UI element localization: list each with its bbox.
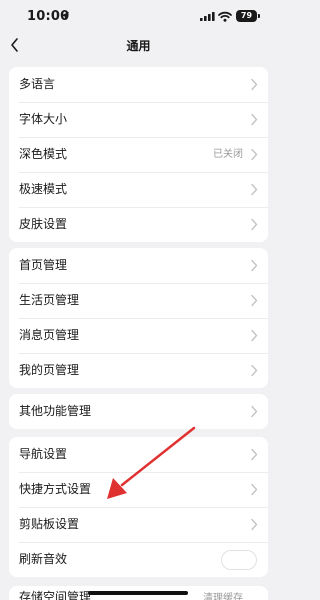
chevron-right-icon [251,218,258,231]
settings-row-refresh-sound: 刷新音效 [9,542,268,577]
settings-screen: 10:00 79 通用 多语言 字体大小 深色模式 已关闭 极速模式 皮肤设置 … [0,0,277,600]
wifi-icon [218,11,232,22]
chevron-right-icon [251,148,258,161]
settings-group-tools: 导航设置 快捷方式设置 剪贴板设置 刷新音效 [9,437,268,577]
chevron-right-icon [251,294,258,307]
chevron-right-icon [251,183,258,196]
settings-row-font-size[interactable]: 字体大小 [9,102,268,137]
settings-row-dark-mode[interactable]: 深色模式 已关闭 [9,137,268,172]
chevron-right-icon [251,259,258,272]
row-label: 生活页管理 [19,293,80,307]
chevron-right-icon [251,364,258,377]
row-label: 剪贴板设置 [19,517,80,531]
settings-row-life-page[interactable]: 生活页管理 [9,283,268,318]
settings-row-language[interactable]: 多语言 [9,67,268,102]
settings-group-other: 其他功能管理 [9,394,268,429]
row-label: 存储空间管理 [19,590,92,600]
settings-group-pages: 首页管理 生活页管理 消息页管理 我的页管理 [9,248,268,388]
chevron-right-icon [251,448,258,461]
settings-row-message-page[interactable]: 消息页管理 [9,318,268,353]
chevron-right-icon [251,113,258,126]
battery-indicator: 79 [236,10,257,22]
row-label: 快捷方式设置 [19,482,92,496]
row-label: 刷新音效 [19,552,68,566]
row-label: 字体大小 [19,112,68,126]
chevron-right-icon [251,405,258,418]
settings-row-shortcuts[interactable]: 快捷方式设置 [9,472,268,507]
page-title: 通用 [126,39,151,53]
chevron-right-icon [251,78,258,91]
settings-group-display: 多语言 字体大小 深色模式 已关闭 极速模式 皮肤设置 [9,67,268,242]
row-label: 其他功能管理 [19,404,92,418]
row-label: 深色模式 [19,147,68,161]
row-label: 消息页管理 [19,328,80,342]
status-bar: 10:00 79 [0,0,277,34]
settings-row-speed-mode[interactable]: 极速模式 [9,172,268,207]
cellular-signal-icon [200,12,215,21]
row-label: 导航设置 [19,447,68,461]
chevron-right-icon [251,518,258,531]
row-label: 我的页管理 [19,363,80,377]
settings-row-navigation[interactable]: 导航设置 [9,437,268,472]
row-label: 皮肤设置 [19,217,68,231]
row-label: 极速模式 [19,182,68,196]
location-arrow-icon [61,12,69,20]
chevron-right-icon [251,329,258,342]
settings-row-home-page[interactable]: 首页管理 [9,248,268,283]
refresh-sound-toggle[interactable] [221,550,257,570]
settings-row-clipboard[interactable]: 剪贴板设置 [9,507,268,542]
row-label: 首页管理 [19,258,68,272]
clear-cache-hint: 清理缓存 [203,593,243,600]
row-label: 多语言 [19,77,56,91]
chevron-right-icon [251,483,258,496]
home-indicator [88,591,188,595]
settings-row-other-features[interactable]: 其他功能管理 [9,394,268,429]
settings-row-my-page[interactable]: 我的页管理 [9,353,268,388]
settings-row-skin[interactable]: 皮肤设置 [9,207,268,242]
dark-mode-status: 已关闭 [213,149,243,160]
battery-tip [258,14,260,18]
navigation-bar: 通用 [0,34,277,58]
